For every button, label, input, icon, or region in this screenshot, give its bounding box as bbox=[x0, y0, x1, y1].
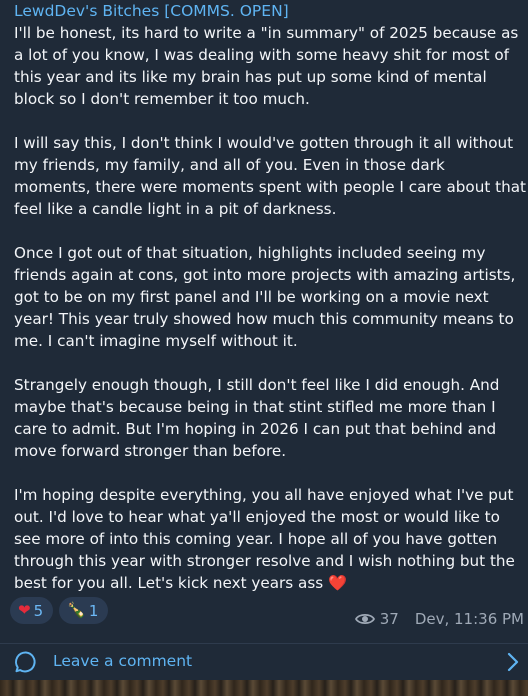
reaction-count: 5 bbox=[33, 601, 44, 620]
post-meta: 37 Dev, 11:36 PM bbox=[354, 610, 524, 628]
chevron-right-icon bbox=[507, 652, 519, 672]
reaction-heart[interactable]: ❤ 5 bbox=[10, 597, 54, 624]
heart-icon: ❤ bbox=[18, 601, 31, 619]
post-paragraph-5-text: I'm hoping despite everything, you all h… bbox=[14, 486, 515, 592]
view-count: 37 bbox=[379, 610, 399, 628]
post-timestamp: Dev, 11:36 PM bbox=[414, 610, 524, 628]
post-paragraph-4: Strangely enough though, I still don't f… bbox=[14, 376, 500, 460]
post-paragraph-3: Once I got out of that situation, highli… bbox=[14, 244, 516, 350]
heart-emoji-icon: ❤️ bbox=[327, 574, 347, 592]
reaction-count: 1 bbox=[88, 601, 99, 620]
post-paragraph-5: I'm hoping despite everything, you all h… bbox=[14, 484, 526, 594]
leave-comment-button[interactable]: Leave a comment bbox=[0, 643, 528, 680]
reaction-champagne[interactable]: 🍾 1 bbox=[59, 597, 109, 624]
champagne-icon: 🍾 bbox=[67, 601, 86, 619]
comment-bubble-icon bbox=[15, 651, 36, 673]
eye-icon bbox=[354, 613, 375, 625]
post-text: I'll be honest, its hard to write a "in … bbox=[14, 22, 526, 594]
chat-background bbox=[0, 680, 528, 696]
reactions-bar: ❤ 5 🍾 1 bbox=[10, 597, 109, 624]
channel-name[interactable]: LewdDev's Bitches [COMMS. OPEN] bbox=[14, 1, 289, 21]
post-paragraph-2: I will say this, I don't think I would'v… bbox=[14, 134, 526, 218]
channel-post: LewdDev's Bitches [COMMS. OPEN] I'll be … bbox=[0, 0, 528, 680]
post-paragraph-1: I'll be honest, its hard to write a "in … bbox=[14, 24, 519, 108]
leave-comment-label: Leave a comment bbox=[53, 652, 193, 670]
